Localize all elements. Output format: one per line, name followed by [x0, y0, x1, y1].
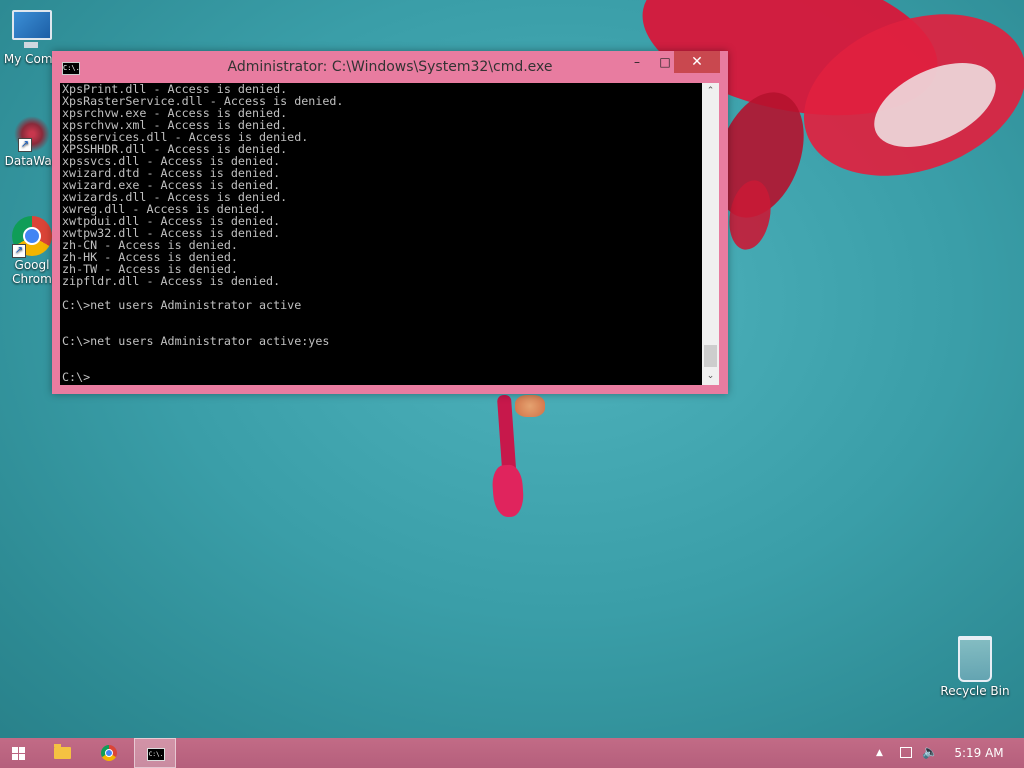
- scroll-down-arrow-icon[interactable]: ⌄: [702, 368, 719, 385]
- scroll-up-arrow-icon[interactable]: ⌃: [702, 83, 719, 100]
- show-hidden-icons-chevron-icon[interactable]: ▲: [876, 738, 883, 768]
- shortcut-arrow-icon: ↗: [18, 138, 32, 152]
- console-text: XpsPrint.dll - Access is denied. XpsRast…: [62, 83, 344, 384]
- chrome-icon: [101, 745, 117, 761]
- recycle-bin-icon: [958, 636, 992, 682]
- taskbar-chrome[interactable]: [90, 738, 128, 768]
- desktop-icon-recycle-bin[interactable]: Recycle Bin: [940, 636, 1010, 698]
- taskbar-file-explorer[interactable]: [44, 738, 82, 768]
- wallpaper-flower-pistil: [491, 464, 525, 518]
- taskbar-cmd[interactable]: C:\.: [134, 738, 176, 768]
- computer-icon: [12, 10, 52, 48]
- chrome-icon: ↗: [12, 216, 52, 258]
- close-button[interactable]: ✕: [674, 51, 720, 73]
- network-icon[interactable]: [898, 738, 914, 768]
- console-output[interactable]: XpsPrint.dll - Access is denied. XpsRast…: [60, 83, 702, 385]
- vertical-scrollbar[interactable]: ⌃ ⌄: [702, 83, 719, 385]
- cmd-window[interactable]: C:\. Administrator: C:\Windows\System32\…: [52, 51, 728, 394]
- start-button[interactable]: [0, 738, 36, 768]
- windows-logo-icon: [12, 747, 25, 760]
- wallpaper-flower-stamen: [515, 395, 545, 417]
- volume-icon[interactable]: 🔈: [922, 738, 938, 768]
- window-titlebar[interactable]: C:\. Administrator: C:\Windows\System32\…: [52, 51, 728, 83]
- scrollbar-thumb[interactable]: [704, 345, 717, 367]
- taskbar: C:\. ▲ 🔈 5:19 AM: [0, 738, 1024, 768]
- command-prompt-icon: C:\.: [147, 748, 165, 761]
- clock[interactable]: 5:19 AM: [944, 738, 1014, 768]
- datawag-icon: ↗: [14, 116, 50, 152]
- folder-icon: [54, 744, 71, 759]
- shortcut-arrow-icon: ↗: [12, 244, 26, 258]
- minimize-button[interactable]: –: [622, 51, 652, 73]
- desktop-icon-label: Recycle Bin: [940, 684, 1010, 698]
